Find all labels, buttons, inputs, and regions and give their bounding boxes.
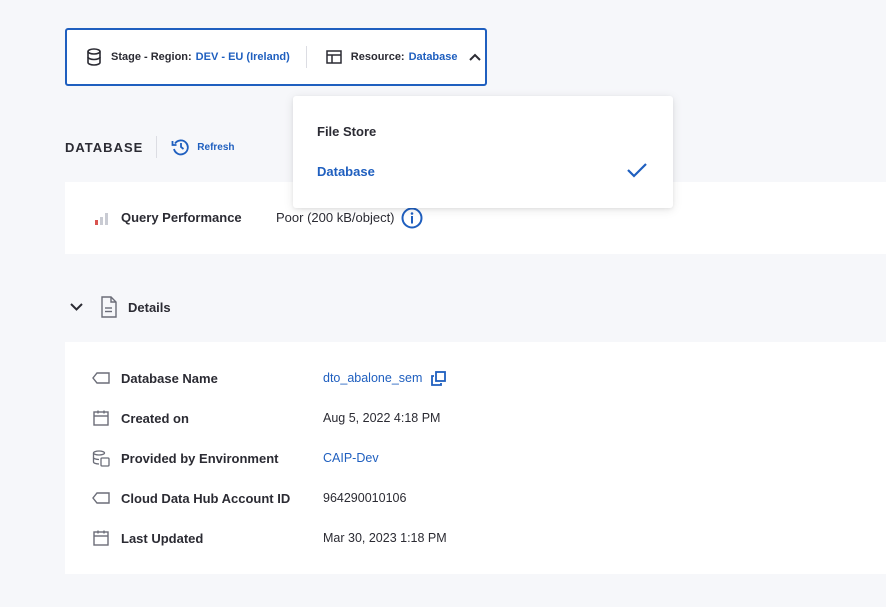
detail-row-last-updated: Last Updated Mar 30, 2023 1:18 PM	[91, 528, 871, 548]
environment-icon	[91, 449, 111, 467]
resource-value: Database	[408, 51, 458, 63]
signal-bars-icon	[95, 213, 108, 225]
query-performance-label: Query Performance	[121, 210, 242, 225]
calendar-icon	[91, 529, 111, 547]
checkmark-icon	[627, 163, 647, 178]
copy-icon[interactable]	[431, 370, 447, 386]
details-header[interactable]: Details	[68, 295, 171, 319]
database-name-value[interactable]: dto_abalone_sem	[323, 371, 422, 385]
detail-row-database-name: Database Name dto_abalone_sem	[91, 368, 871, 388]
tag-icon	[91, 369, 111, 387]
stage-region-selector[interactable]: Stage - Region: DEV - EU (Ireland)	[85, 48, 290, 66]
details-card: Database Name dto_abalone_sem Created on…	[65, 342, 886, 574]
stage-region-label: Stage - Region:	[111, 51, 192, 63]
details-title: Details	[128, 299, 171, 315]
resource-label: Resource:	[350, 51, 405, 63]
resource-selector[interactable]: Resource: Database	[325, 48, 482, 66]
tag-icon	[91, 489, 111, 507]
selector-divider	[305, 46, 307, 68]
document-icon	[101, 296, 117, 318]
resource-dropdown-menu: File Store Database	[293, 96, 673, 208]
account-id-label: Cloud Data Hub Account ID	[121, 490, 291, 506]
refresh-label: Refresh	[197, 141, 235, 153]
table-icon	[325, 48, 343, 66]
detail-row-created-on: Created on Aug 5, 2022 4:18 PM	[91, 408, 871, 428]
stage-resource-selector[interactable]: Stage - Region: DEV - EU (Ireland) Resou…	[65, 28, 487, 86]
detail-row-provided-by-environment: Provided by Environment CAIP-Dev	[91, 448, 871, 468]
chevron-down-icon[interactable]	[68, 299, 84, 315]
stage-region-value: DEV - EU (Ireland)	[195, 51, 290, 63]
created-on-label: Created on	[121, 410, 189, 426]
chevron-up-icon[interactable]	[468, 50, 482, 64]
refresh-icon	[171, 139, 189, 156]
last-updated-label: Last Updated	[121, 530, 204, 546]
last-updated-value: Mar 30, 2023 1:18 PM	[323, 531, 447, 545]
provided-by-environment-value[interactable]: CAIP-Dev	[323, 451, 379, 465]
dropdown-option-file-store[interactable]: File Store	[317, 124, 376, 139]
refresh-button[interactable]: Refresh	[171, 138, 235, 156]
database-icon	[85, 48, 103, 66]
provided-by-environment-label: Provided by Environment	[121, 450, 279, 466]
dropdown-option-database[interactable]: Database	[317, 164, 375, 179]
calendar-icon	[91, 409, 111, 427]
section-header: DATABASE Refresh	[65, 136, 235, 158]
created-on-value: Aug 5, 2022 4:18 PM	[323, 411, 441, 425]
section-title: DATABASE	[65, 139, 144, 155]
account-id-value: 964290010106	[323, 491, 407, 505]
header-divider	[156, 136, 158, 158]
query-performance-value: Poor (200 kB/object)	[276, 210, 395, 225]
database-name-label: Database Name	[121, 370, 218, 386]
info-icon[interactable]	[401, 207, 423, 229]
detail-row-account-id: Cloud Data Hub Account ID 964290010106	[91, 488, 871, 508]
